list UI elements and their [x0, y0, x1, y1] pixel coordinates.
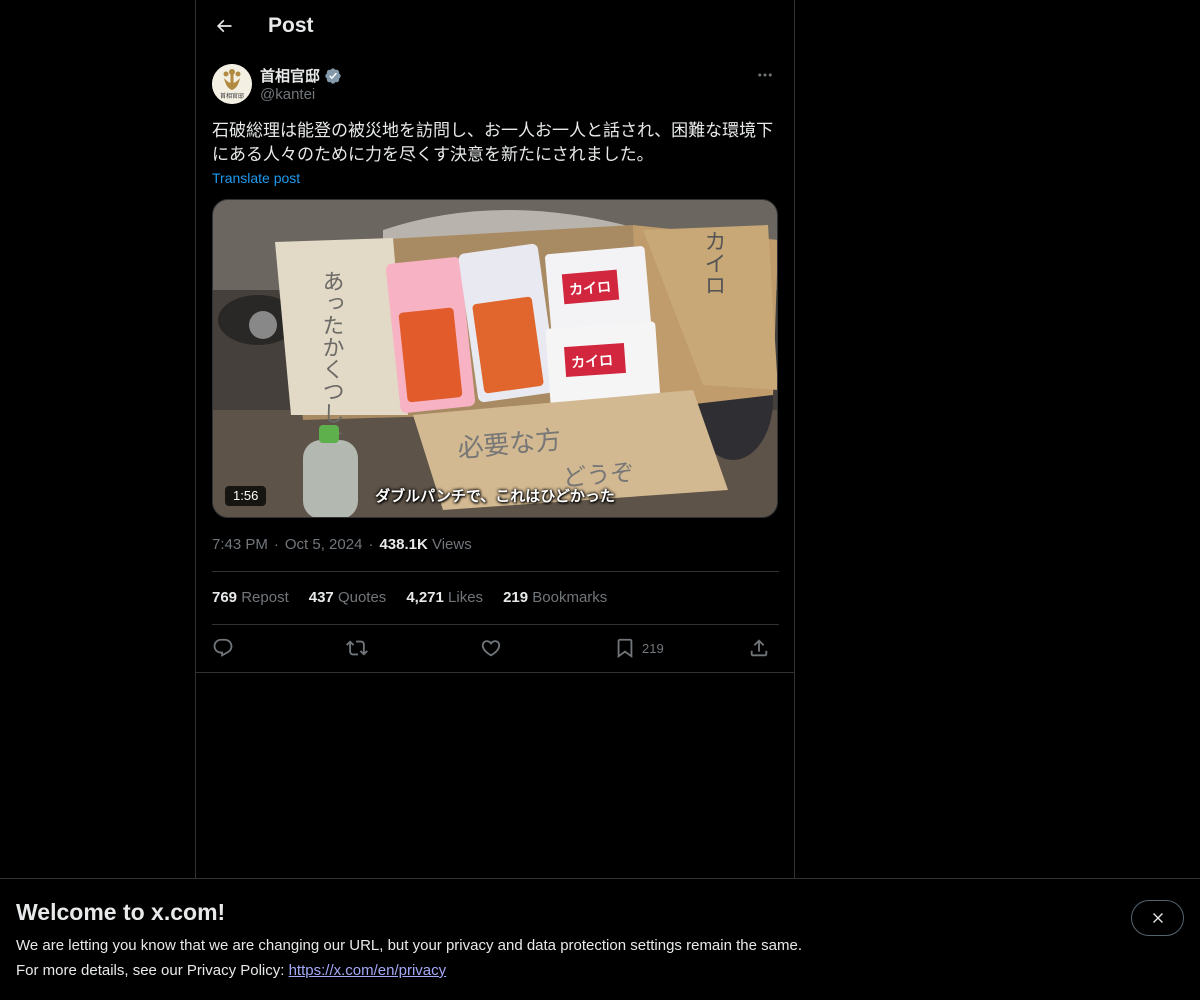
- reposts-stat[interactable]: 769 Repost: [212, 589, 289, 606]
- divider: [212, 624, 779, 625]
- avatar-label: 首相官邸: [220, 92, 244, 100]
- video-thumbnail: あったかくつした カイロ カイロ カイロ 必要な方 どうぞ: [213, 200, 777, 517]
- author-name[interactable]: 首相官邸: [260, 65, 320, 86]
- sign-right: カイロ: [701, 230, 726, 296]
- primary-column: Post 首相官邸 首相官邸 @kantei 石破総理は能登の被災地を訪問し、お…: [195, 0, 795, 1000]
- sign-left: あったかくつした: [319, 270, 344, 446]
- bookmark-count: 219: [642, 640, 664, 656]
- welcome-banner: Welcome to x.com! We are letting you kno…: [0, 878, 1200, 1000]
- share-button[interactable]: [748, 636, 770, 660]
- bookmarks-stat[interactable]: 219 Bookmarks: [503, 589, 607, 606]
- banner-title: Welcome to x.com!: [16, 899, 226, 925]
- author-handle[interactable]: @kantei: [260, 86, 315, 103]
- repost-icon: [346, 640, 368, 656]
- like-button[interactable]: [480, 636, 502, 660]
- banner-privacy-prefix: For more details, see our Privacy Policy…: [16, 962, 289, 979]
- post-stats: 769 Repost 437 Quotes 4,271 Likes 219 Bo…: [212, 589, 607, 606]
- post-author: 首相官邸 首相官邸 @kantei: [212, 64, 778, 108]
- avatar[interactable]: 首相官邸: [212, 64, 252, 104]
- reply-button[interactable]: [212, 636, 234, 660]
- privacy-policy-link[interactable]: https://x.com/en/privacy: [289, 962, 447, 979]
- back-arrow-icon: [216, 19, 232, 33]
- post-actions: 219: [212, 636, 779, 660]
- divider: [196, 672, 794, 673]
- video-player[interactable]: あったかくつした カイロ カイロ カイロ 必要な方 どうぞ 1:56 ダブルパン…: [212, 199, 778, 518]
- close-banner-button[interactable]: [1131, 900, 1184, 936]
- meta-separator: ·: [368, 536, 374, 553]
- package-label-2: カイロ: [571, 353, 614, 372]
- post-text: 石破総理は能登の被災地を訪問し、お一人お一人と話され、困難な環境下にある人々のた…: [212, 121, 774, 165]
- video-caption: ダブルパンチで、これはひどかった: [375, 487, 615, 505]
- page-title: Post: [268, 14, 314, 37]
- verified-badge-icon: [324, 67, 342, 85]
- banner-privacy-line: For more details, see our Privacy Policy…: [16, 962, 446, 979]
- likes-stat[interactable]: 4,271 Likes: [406, 589, 483, 606]
- repost-button[interactable]: [346, 636, 368, 660]
- more-button[interactable]: [752, 64, 778, 86]
- reply-icon: [213, 638, 233, 657]
- bookmark-button[interactable]: 219: [614, 636, 664, 660]
- share-icon: [750, 639, 768, 657]
- more-dots-icon: [758, 73, 772, 77]
- views-count: 438.1K: [379, 536, 428, 553]
- banner-message: We are letting you know that we are chan…: [16, 937, 802, 954]
- translate-post-link[interactable]: Translate post: [212, 170, 300, 186]
- post-date[interactable]: Oct 5, 2024: [285, 536, 363, 553]
- post-time[interactable]: 7:43 PM: [212, 536, 268, 553]
- bookmark-icon: [617, 638, 633, 659]
- views-label: Views: [431, 536, 472, 553]
- quotes-stat[interactable]: 437 Quotes: [309, 589, 387, 606]
- back-button[interactable]: [208, 10, 240, 42]
- post-header: Post: [196, 0, 794, 53]
- close-icon: [1152, 913, 1163, 923]
- like-icon: [481, 640, 501, 657]
- divider: [212, 571, 779, 572]
- post-meta: 7:43 PM · Oct 5, 2024 · 438.1K Views: [212, 536, 472, 553]
- meta-separator: ·: [273, 536, 279, 553]
